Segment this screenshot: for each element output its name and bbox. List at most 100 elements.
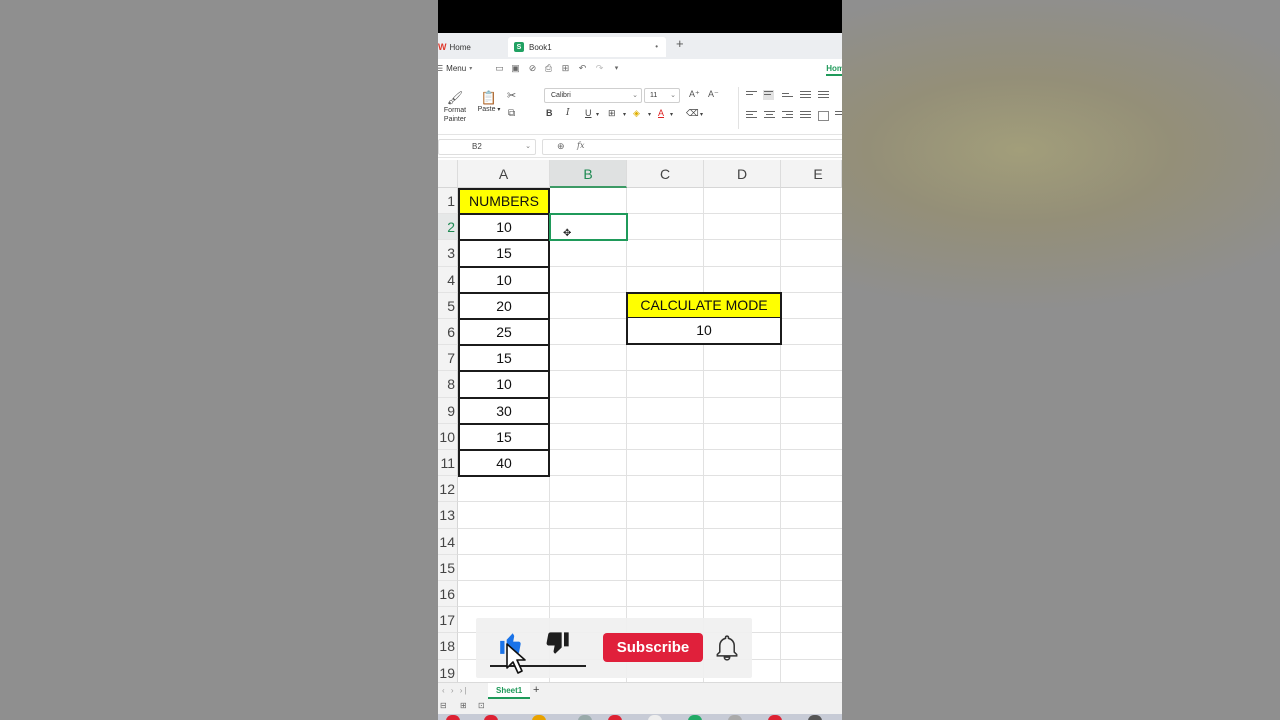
select-all-corner[interactable]: [438, 160, 458, 188]
row-header-13[interactable]: 13: [438, 502, 458, 529]
row-header-14[interactable]: 14: [438, 529, 458, 555]
unsaved-dot-icon[interactable]: •: [655, 42, 658, 51]
status-icon[interactable]: ⊞: [460, 701, 467, 710]
font-size-select[interactable]: 11 ⌄: [644, 88, 680, 103]
bell-icon[interactable]: [714, 634, 740, 662]
number-cell-a6[interactable]: 25: [458, 318, 550, 346]
column-header-c[interactable]: C: [627, 160, 704, 188]
align-right-icon[interactable]: [782, 111, 793, 121]
add-sheet-button[interactable]: +: [533, 684, 539, 696]
row-header-17[interactable]: 17: [438, 607, 458, 633]
sheet-tab-sheet1[interactable]: Sheet1: [488, 683, 531, 699]
print-preview-icon[interactable]: ⊞: [560, 63, 571, 74]
row-header-18[interactable]: 18: [438, 633, 458, 660]
row-header-4[interactable]: 4: [438, 267, 458, 293]
row-header-15[interactable]: 15: [438, 555, 458, 581]
mode-header-cell[interactable]: CALCULATE MODE: [626, 292, 782, 319]
taskbar-app-icon[interactable]: [608, 715, 622, 720]
menu-button[interactable]: ☰ Menu ▾: [438, 64, 472, 73]
column-header-b[interactable]: B: [550, 160, 627, 188]
row-header-16[interactable]: 16: [438, 581, 458, 607]
row-header-12[interactable]: 12: [438, 476, 458, 502]
chevron-down-icon[interactable]: ▾: [596, 111, 599, 118]
tab-home[interactable]: W Home: [438, 37, 504, 57]
merge-cells-icon[interactable]: [818, 111, 829, 121]
increase-font-icon[interactable]: A⁺: [689, 89, 700, 100]
align-top-icon[interactable]: [746, 91, 757, 101]
taskbar-app-icon[interactable]: [578, 715, 592, 720]
taskbar-app-icon[interactable]: [728, 715, 742, 720]
number-cell-a10[interactable]: 15: [458, 423, 550, 451]
row-header-7[interactable]: 7: [438, 345, 458, 371]
wrap-text-icon[interactable]: [835, 111, 842, 121]
row-header-11[interactable]: 11: [438, 450, 458, 476]
status-icon[interactable]: ⊟: [440, 701, 447, 710]
taskbar-app-icon[interactable]: [446, 715, 460, 720]
clear-format-icon[interactable]: ⌫: [686, 108, 699, 119]
indent-increase-icon[interactable]: [818, 91, 829, 101]
column-header-a[interactable]: A: [458, 160, 550, 188]
chevron-down-icon[interactable]: ▾: [623, 111, 626, 118]
row-header-3[interactable]: 3: [438, 240, 458, 267]
chevron-down-icon[interactable]: ▾: [700, 111, 703, 118]
open-folder-icon[interactable]: ▭: [494, 63, 505, 74]
align-middle-icon[interactable]: [763, 90, 774, 100]
taskbar-app-icon[interactable]: [808, 715, 822, 720]
format-painter-button[interactable]: 🖌 Format Painter: [440, 90, 470, 124]
new-tab-button[interactable]: +: [676, 36, 684, 51]
zoom-icon[interactable]: ⊕: [557, 141, 565, 152]
row-header-6[interactable]: 6: [438, 319, 458, 345]
row-header-10[interactable]: 10: [438, 424, 458, 450]
row-header-8[interactable]: 8: [438, 371, 458, 398]
row-header-5[interactable]: 5: [438, 293, 458, 319]
number-cell-a11[interactable]: 40: [458, 449, 550, 477]
chevron-down-icon[interactable]: ▾: [648, 111, 651, 118]
tab-book1[interactable]: S Book1 •: [508, 37, 666, 57]
number-cell-a9[interactable]: 30: [458, 397, 550, 425]
taskbar-app-icon[interactable]: [688, 715, 702, 720]
name-box[interactable]: B2 ⌄: [438, 139, 536, 155]
row-header-2[interactable]: 2: [438, 214, 458, 240]
font-color-button[interactable]: A: [658, 108, 664, 118]
font-name-select[interactable]: Calibri ⌄: [544, 88, 642, 103]
number-cell-a4[interactable]: 10: [458, 266, 550, 294]
number-cell-a5[interactable]: 20: [458, 292, 550, 320]
italic-button[interactable]: I: [566, 108, 570, 118]
indent-decrease-icon[interactable]: [800, 91, 811, 101]
spreadsheet-grid[interactable]: A B C D E 1 2 3 4 5 6 7 8 9 10 11 12 13 14 15 16 17 18 19 …: [438, 160, 842, 686]
redo-icon[interactable]: ↷: [594, 63, 605, 74]
chevron-down-icon[interactable]: ▾: [670, 111, 673, 118]
decrease-font-icon[interactable]: A⁻: [708, 89, 719, 100]
column-header-d[interactable]: D: [704, 160, 781, 188]
number-cell-a2[interactable]: 10: [458, 213, 550, 241]
fx-icon[interactable]: fx: [577, 141, 584, 150]
number-cell-a8[interactable]: 10: [458, 370, 550, 399]
sheet-nav-arrows-icon[interactable]: ‹ › ›|: [442, 686, 469, 695]
ribbon-tab-home[interactable]: Hom: [826, 64, 842, 76]
mode-result-cell[interactable]: 10: [626, 317, 782, 345]
column-header-e[interactable]: E: [781, 160, 842, 188]
copy-icon[interactable]: ⧉: [508, 108, 515, 119]
save-icon[interactable]: ▣: [510, 63, 521, 74]
thumbs-down-icon[interactable]: [542, 630, 572, 658]
formula-input[interactable]: ⊕ fx: [542, 139, 842, 155]
paste-button[interactable]: 📋 Paste ▾: [474, 90, 504, 113]
underline-button[interactable]: U: [585, 108, 592, 118]
export-pdf-icon[interactable]: ⊘: [527, 63, 538, 74]
number-cell-a7[interactable]: 15: [458, 344, 550, 372]
subscribe-button[interactable]: Subscribe: [603, 633, 703, 662]
row-header-9[interactable]: 9: [438, 398, 458, 424]
print-icon[interactable]: ⎙: [543, 63, 554, 74]
customize-dropdown-icon[interactable]: ▾: [611, 63, 622, 74]
taskbar-app-icon[interactable]: [768, 715, 782, 720]
align-bottom-icon[interactable]: [782, 93, 793, 103]
status-icon[interactable]: ⊡: [478, 701, 485, 710]
row-header-1[interactable]: 1: [438, 188, 458, 214]
active-cell-b2[interactable]: [549, 213, 628, 241]
justify-icon[interactable]: [800, 111, 811, 121]
taskbar-app-icon[interactable]: [484, 715, 498, 720]
bold-button[interactable]: B: [546, 108, 553, 118]
number-cell-a3[interactable]: 15: [458, 239, 550, 268]
taskbar-app-icon[interactable]: [648, 715, 662, 720]
borders-icon[interactable]: ⊞: [608, 108, 616, 119]
